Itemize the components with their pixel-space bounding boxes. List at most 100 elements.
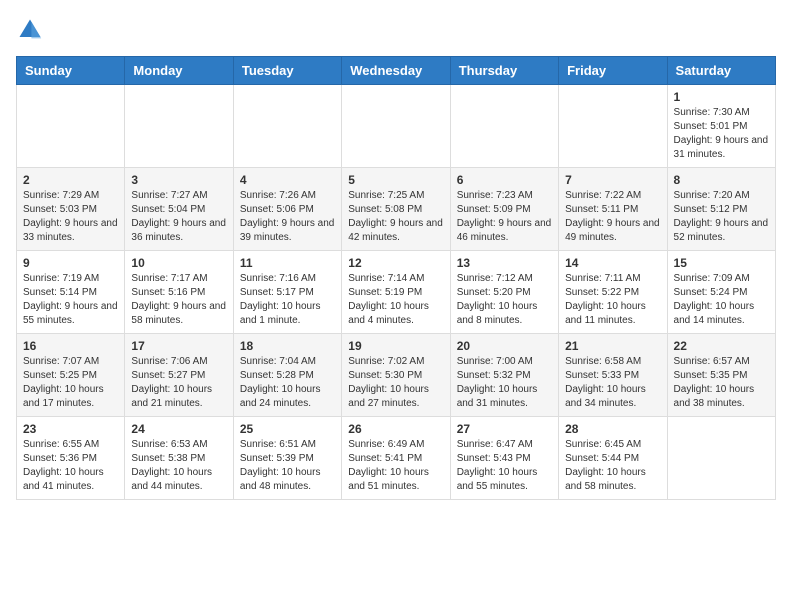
day-info: Sunrise: 7:22 AM Sunset: 5:11 PM Dayligh… xyxy=(565,189,660,245)
day-number: 17 xyxy=(131,339,226,353)
day-info: Sunrise: 6:45 AM Sunset: 5:44 PM Dayligh… xyxy=(565,438,660,494)
day-number: 27 xyxy=(457,422,552,436)
weekday-header-monday: Monday xyxy=(125,57,233,85)
day-info: Sunrise: 7:19 AM Sunset: 5:14 PM Dayligh… xyxy=(23,272,118,328)
calendar-cell: 22 Sunrise: 6:57 AM Sunset: 5:35 PM Dayli… xyxy=(667,334,775,417)
day-number: 19 xyxy=(348,339,443,353)
calendar-cell: 21Sunrise: 6:58 AM Sunset: 5:33 PM Dayli… xyxy=(559,334,667,417)
calendar-cell xyxy=(125,85,233,168)
day-number: 6 xyxy=(457,173,552,187)
weekday-header-wednesday: Wednesday xyxy=(342,57,450,85)
calendar-cell xyxy=(450,85,558,168)
calendar-cell: 27 Sunrise: 6:47 AM Sunset: 5:43 PM Dayli… xyxy=(450,417,558,500)
day-info: Sunrise: 7:25 AM Sunset: 5:08 PM Dayligh… xyxy=(348,189,443,245)
calendar-cell: 26 Sunrise: 6:49 AM Sunset: 5:41 PM Dayli… xyxy=(342,417,450,500)
calendar-cell xyxy=(233,85,341,168)
day-number: 20 xyxy=(457,339,552,353)
day-info: Sunrise: 7:14 AM Sunset: 5:19 PM Dayligh… xyxy=(348,272,443,328)
day-info: Sunrise: 6:53 AM Sunset: 5:38 PM Dayligh… xyxy=(131,438,226,494)
calendar-cell: 19Sunrise: 7:02 AM Sunset: 5:30 PM Dayli… xyxy=(342,334,450,417)
calendar-cell: 7 Sunrise: 7:22 AM Sunset: 5:11 PM Daylig… xyxy=(559,168,667,251)
day-number: 14 xyxy=(565,256,660,270)
day-number: 13 xyxy=(457,256,552,270)
day-number: 23 xyxy=(23,422,118,436)
day-info: Sunrise: 7:00 AM Sunset: 5:32 PM Dayligh… xyxy=(457,355,552,411)
calendar-cell: 6 Sunrise: 7:23 AM Sunset: 5:09 PM Daylig… xyxy=(450,168,558,251)
day-number: 25 xyxy=(240,422,335,436)
weekday-header-sunday: Sunday xyxy=(17,57,125,85)
day-info: Sunrise: 7:23 AM Sunset: 5:09 PM Dayligh… xyxy=(457,189,552,245)
day-info: Sunrise: 7:07 AM Sunset: 5:25 PM Dayligh… xyxy=(23,355,118,411)
day-info: Sunrise: 7:20 AM Sunset: 5:12 PM Dayligh… xyxy=(674,189,769,245)
weekday-header-saturday: Saturday xyxy=(667,57,775,85)
day-number: 4 xyxy=(240,173,335,187)
calendar-week-3: 9 Sunrise: 7:19 AM Sunset: 5:14 PM Daylig… xyxy=(17,251,776,334)
calendar-cell: 25 Sunrise: 6:51 AM Sunset: 5:39 PM Dayli… xyxy=(233,417,341,500)
day-number: 3 xyxy=(131,173,226,187)
day-info: Sunrise: 6:57 AM Sunset: 5:35 PM Dayligh… xyxy=(674,355,769,411)
logo xyxy=(16,16,48,44)
day-number: 28 xyxy=(565,422,660,436)
day-number: 9 xyxy=(23,256,118,270)
day-info: Sunrise: 6:51 AM Sunset: 5:39 PM Dayligh… xyxy=(240,438,335,494)
day-number: 12 xyxy=(348,256,443,270)
day-info: Sunrise: 6:49 AM Sunset: 5:41 PM Dayligh… xyxy=(348,438,443,494)
day-info: Sunrise: 7:30 AM Sunset: 5:01 PM Dayligh… xyxy=(674,106,769,162)
calendar-week-1: 1 Sunrise: 7:30 AM Sunset: 5:01 PM Daylig… xyxy=(17,85,776,168)
day-number: 22 xyxy=(674,339,769,353)
day-info: Sunrise: 7:04 AM Sunset: 5:28 PM Dayligh… xyxy=(240,355,335,411)
day-number: 2 xyxy=(23,173,118,187)
calendar-cell xyxy=(559,85,667,168)
day-number: 26 xyxy=(348,422,443,436)
day-number: 1 xyxy=(674,90,769,104)
weekday-header-thursday: Thursday xyxy=(450,57,558,85)
calendar-cell: 24Sunrise: 6:53 AM Sunset: 5:38 PM Dayli… xyxy=(125,417,233,500)
day-number: 8 xyxy=(674,173,769,187)
day-number: 15 xyxy=(674,256,769,270)
weekday-header-friday: Friday xyxy=(559,57,667,85)
calendar-cell: 28 Sunrise: 6:45 AM Sunset: 5:44 PM Dayli… xyxy=(559,417,667,500)
day-info: Sunrise: 7:11 AM Sunset: 5:22 PM Dayligh… xyxy=(565,272,660,328)
calendar-cell: 16 Sunrise: 7:07 AM Sunset: 5:25 PM Dayli… xyxy=(17,334,125,417)
day-info: Sunrise: 7:17 AM Sunset: 5:16 PM Dayligh… xyxy=(131,272,226,328)
calendar-cell: 9 Sunrise: 7:19 AM Sunset: 5:14 PM Daylig… xyxy=(17,251,125,334)
day-number: 5 xyxy=(348,173,443,187)
calendar-cell: 5 Sunrise: 7:25 AM Sunset: 5:08 PM Daylig… xyxy=(342,168,450,251)
calendar-week-4: 16 Sunrise: 7:07 AM Sunset: 5:25 PM Dayli… xyxy=(17,334,776,417)
calendar-cell: 20 Sunrise: 7:00 AM Sunset: 5:32 PM Dayli… xyxy=(450,334,558,417)
calendar-cell: 3 Sunrise: 7:27 AM Sunset: 5:04 PM Daylig… xyxy=(125,168,233,251)
day-number: 7 xyxy=(565,173,660,187)
calendar-table: SundayMondayTuesdayWednesdayThursdayFrid… xyxy=(16,56,776,500)
day-info: Sunrise: 7:09 AM Sunset: 5:24 PM Dayligh… xyxy=(674,272,769,328)
calendar-cell: 4 Sunrise: 7:26 AM Sunset: 5:06 PM Daylig… xyxy=(233,168,341,251)
calendar-header: SundayMondayTuesdayWednesdayThursdayFrid… xyxy=(17,57,776,85)
weekday-header-tuesday: Tuesday xyxy=(233,57,341,85)
calendar-cell: 17 Sunrise: 7:06 AM Sunset: 5:27 PM Dayli… xyxy=(125,334,233,417)
day-info: Sunrise: 7:27 AM Sunset: 5:04 PM Dayligh… xyxy=(131,189,226,245)
calendar-week-5: 23 Sunrise: 6:55 AM Sunset: 5:36 PM Dayli… xyxy=(17,417,776,500)
calendar-cell xyxy=(17,85,125,168)
calendar-cell: 12 Sunrise: 7:14 AM Sunset: 5:19 PM Dayli… xyxy=(342,251,450,334)
day-info: Sunrise: 7:06 AM Sunset: 5:27 PM Dayligh… xyxy=(131,355,226,411)
calendar-cell xyxy=(667,417,775,500)
weekday-header-row: SundayMondayTuesdayWednesdayThursdayFrid… xyxy=(17,57,776,85)
day-info: Sunrise: 7:26 AM Sunset: 5:06 PM Dayligh… xyxy=(240,189,335,245)
calendar-body: 1 Sunrise: 7:30 AM Sunset: 5:01 PM Daylig… xyxy=(17,85,776,500)
calendar-cell: 1 Sunrise: 7:30 AM Sunset: 5:01 PM Daylig… xyxy=(667,85,775,168)
day-info: Sunrise: 7:16 AM Sunset: 5:17 PM Dayligh… xyxy=(240,272,335,328)
day-info: Sunrise: 6:55 AM Sunset: 5:36 PM Dayligh… xyxy=(23,438,118,494)
day-number: 11 xyxy=(240,256,335,270)
calendar-cell xyxy=(342,85,450,168)
calendar-cell: 13 Sunrise: 7:12 AM Sunset: 5:20 PM Dayli… xyxy=(450,251,558,334)
day-info: Sunrise: 7:29 AM Sunset: 5:03 PM Dayligh… xyxy=(23,189,118,245)
logo-icon xyxy=(16,16,44,44)
day-info: Sunrise: 6:47 AM Sunset: 5:43 PM Dayligh… xyxy=(457,438,552,494)
day-info: Sunrise: 6:58 AM Sunset: 5:33 PM Dayligh… xyxy=(565,355,660,411)
day-number: 16 xyxy=(23,339,118,353)
calendar-cell: 10 Sunrise: 7:17 AM Sunset: 5:16 PM Dayli… xyxy=(125,251,233,334)
calendar-week-2: 2 Sunrise: 7:29 AM Sunset: 5:03 PM Daylig… xyxy=(17,168,776,251)
day-info: Sunrise: 7:12 AM Sunset: 5:20 PM Dayligh… xyxy=(457,272,552,328)
day-number: 10 xyxy=(131,256,226,270)
calendar-cell: 2 Sunrise: 7:29 AM Sunset: 5:03 PM Daylig… xyxy=(17,168,125,251)
day-number: 18 xyxy=(240,339,335,353)
